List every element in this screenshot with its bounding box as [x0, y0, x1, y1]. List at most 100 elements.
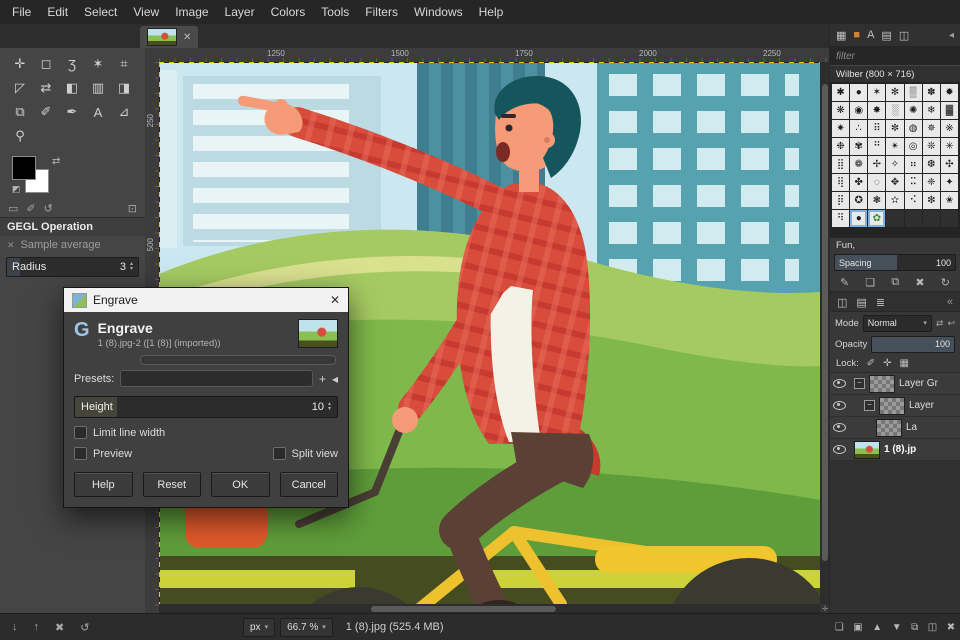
layer-action-icon[interactable]: ✖	[947, 622, 955, 633]
mode-dropdown[interactable]: Normal ▾	[862, 314, 932, 332]
visibility-eye-icon[interactable]	[833, 401, 846, 410]
visibility-eye-icon[interactable]	[833, 445, 846, 454]
tool-button[interactable]: ✶	[85, 52, 111, 76]
radius-slider[interactable]: Radius 3 ▴ ▾	[6, 257, 139, 277]
group-expander-icon[interactable]: −	[854, 378, 865, 389]
spin-down-icon[interactable]: ▾	[328, 406, 331, 412]
tool-button[interactable]: ✛	[7, 52, 33, 76]
menu-item[interactable]: View	[125, 1, 167, 23]
tool-button[interactable]: ⧉	[7, 100, 33, 124]
layers-tab-icon[interactable]: ◫	[837, 296, 847, 309]
menu-item[interactable]: Select	[76, 1, 125, 23]
tool-button[interactable]: ⚲	[7, 124, 33, 148]
brush-thumbnail[interactable]: ✢	[868, 156, 886, 173]
lock-toggle-icon[interactable]: ▦	[900, 358, 909, 369]
brush-thumbnail[interactable]: ✪	[850, 192, 868, 209]
layer-row[interactable]: − Layer Gr	[830, 373, 960, 395]
tool-options-icon[interactable]: ▭	[8, 202, 18, 215]
image-tab[interactable]: ✕	[140, 26, 199, 48]
menu-item[interactable]: Windows	[406, 1, 471, 23]
brush-thumbnail[interactable]: ⣿	[832, 156, 850, 173]
opacity-slider[interactable]: 100	[871, 335, 955, 353]
brush-action-icon[interactable]: ✖	[915, 276, 924, 289]
brush-thumbnail[interactable]: ✼	[886, 120, 904, 137]
help-button[interactable]: Help	[74, 472, 133, 497]
tool-button[interactable]: ✒	[59, 100, 85, 124]
dock-tab-icon[interactable]: A	[867, 29, 874, 42]
spacing-slider[interactable]: Spacing 100	[834, 254, 956, 271]
brush-thumbnail[interactable]: ⢿	[832, 174, 850, 191]
menu-item[interactable]: File	[4, 1, 39, 23]
radius-value[interactable]: 3	[120, 261, 126, 273]
brush-thumbnail[interactable]: ❃	[868, 192, 886, 209]
tool-button[interactable]: ◧	[59, 76, 85, 100]
tool-button[interactable]: Ʒ	[59, 52, 85, 76]
brush-thumbnail[interactable]: ⠶	[904, 156, 922, 173]
brush-action-icon[interactable]: ↻	[941, 276, 950, 289]
dock-tab-icon[interactable]: ◫	[899, 29, 909, 42]
close-icon[interactable]: ✕	[7, 240, 15, 251]
brush-thumbnail[interactable]: ✱	[832, 84, 850, 101]
brush-action-icon[interactable]: ❏	[865, 276, 875, 289]
brush-thumbnail[interactable]	[922, 210, 940, 227]
brush-thumbnail[interactable]: ✶	[868, 84, 886, 101]
brush-thumbnail[interactable]: ⠛	[868, 138, 886, 155]
tool-button[interactable]: ▥	[85, 76, 111, 100]
brush-filter-input[interactable]: filter	[830, 47, 960, 66]
tool-options-icon[interactable]: ✐	[26, 202, 35, 215]
brush-thumbnail[interactable]: ◎	[904, 138, 922, 155]
split-view-checkbox[interactable]	[272, 447, 286, 460]
dock-tab-icon[interactable]: ■	[853, 29, 860, 42]
layers-tab-icon[interactable]: ≣	[876, 296, 885, 309]
brush-thumbnail[interactable]: ✵	[922, 120, 940, 137]
brush-thumbnail[interactable]: ⡿	[832, 192, 850, 209]
layer-action-icon[interactable]: ▲	[872, 622, 882, 633]
layer-row[interactable]: La	[830, 417, 960, 439]
lock-toggle-icon[interactable]: ✛	[883, 358, 891, 369]
brush-thumbnail[interactable]	[886, 210, 904, 227]
brush-thumbnail[interactable]: ✻	[886, 84, 904, 101]
brush-thumbnail[interactable]: ⠻	[832, 210, 850, 227]
layer-row[interactable]: − Layer	[830, 395, 960, 417]
brush-thumbnail[interactable]: ✹	[940, 84, 958, 101]
height-value[interactable]: 10	[312, 401, 324, 413]
lock-toggle-icon[interactable]: ✐	[867, 358, 875, 369]
menu-item[interactable]: Image	[167, 1, 216, 23]
height-slider[interactable]: Height 10 ▴ ▾	[74, 396, 338, 418]
spin-down-icon[interactable]: ▾	[130, 266, 133, 272]
menu-item[interactable]: Colors	[263, 1, 314, 23]
visibility-eye-icon[interactable]	[833, 379, 846, 388]
radius-spinner[interactable]: ▴ ▾	[130, 261, 133, 272]
layer-row[interactable]: 1 (8).jp	[830, 439, 960, 461]
brush-thumbnail[interactable]: ✽	[922, 84, 940, 101]
tool-button[interactable]: A	[85, 100, 111, 124]
opacity-value[interactable]: 100	[935, 339, 950, 349]
menu-item[interactable]: Filters	[357, 1, 406, 23]
brush-thumbnail[interactable]: ❈	[922, 174, 940, 191]
horizontal-scrollbar-thumb[interactable]	[370, 606, 556, 612]
vertical-scrollbar-thumb[interactable]	[822, 83, 828, 561]
ok-button[interactable]: OK	[211, 472, 270, 497]
brush-thumbnail[interactable]: ✤	[850, 174, 868, 191]
brush-thumbnail[interactable]: ✬	[940, 192, 958, 209]
tool-options-footer-icon[interactable]: ✖	[55, 621, 64, 634]
brush-thumbnail[interactable]	[904, 210, 922, 227]
add-preset-icon[interactable]: +	[319, 373, 326, 385]
tool-button[interactable]: ⌗	[111, 52, 137, 76]
tool-button[interactable]: ◸	[7, 76, 33, 100]
menu-item[interactable]: Help	[471, 1, 512, 23]
tool-button[interactable]: ◻	[33, 52, 59, 76]
swap-colors-icon[interactable]: ⇄	[52, 156, 60, 167]
brush-thumbnail[interactable]: ✴	[886, 138, 904, 155]
dock-tab-menu-icon[interactable]: ◂	[949, 30, 954, 41]
brush-thumbnail[interactable]: ✺	[904, 102, 922, 119]
spacing-value[interactable]: 100	[936, 258, 951, 268]
mode-option-icon[interactable]: ⇄	[936, 318, 944, 329]
group-expander-icon[interactable]: −	[864, 400, 875, 411]
brush-thumbnail[interactable]: ❊	[922, 138, 940, 155]
unit-combo[interactable]: px ▾	[243, 617, 276, 637]
brush-thumbnail[interactable]: ⠪	[904, 192, 922, 209]
dialog-titlebar[interactable]: Engrave ✕	[64, 288, 348, 312]
preset-entry[interactable]	[140, 355, 336, 365]
brush-thumbnail[interactable]: ❁	[850, 156, 868, 173]
